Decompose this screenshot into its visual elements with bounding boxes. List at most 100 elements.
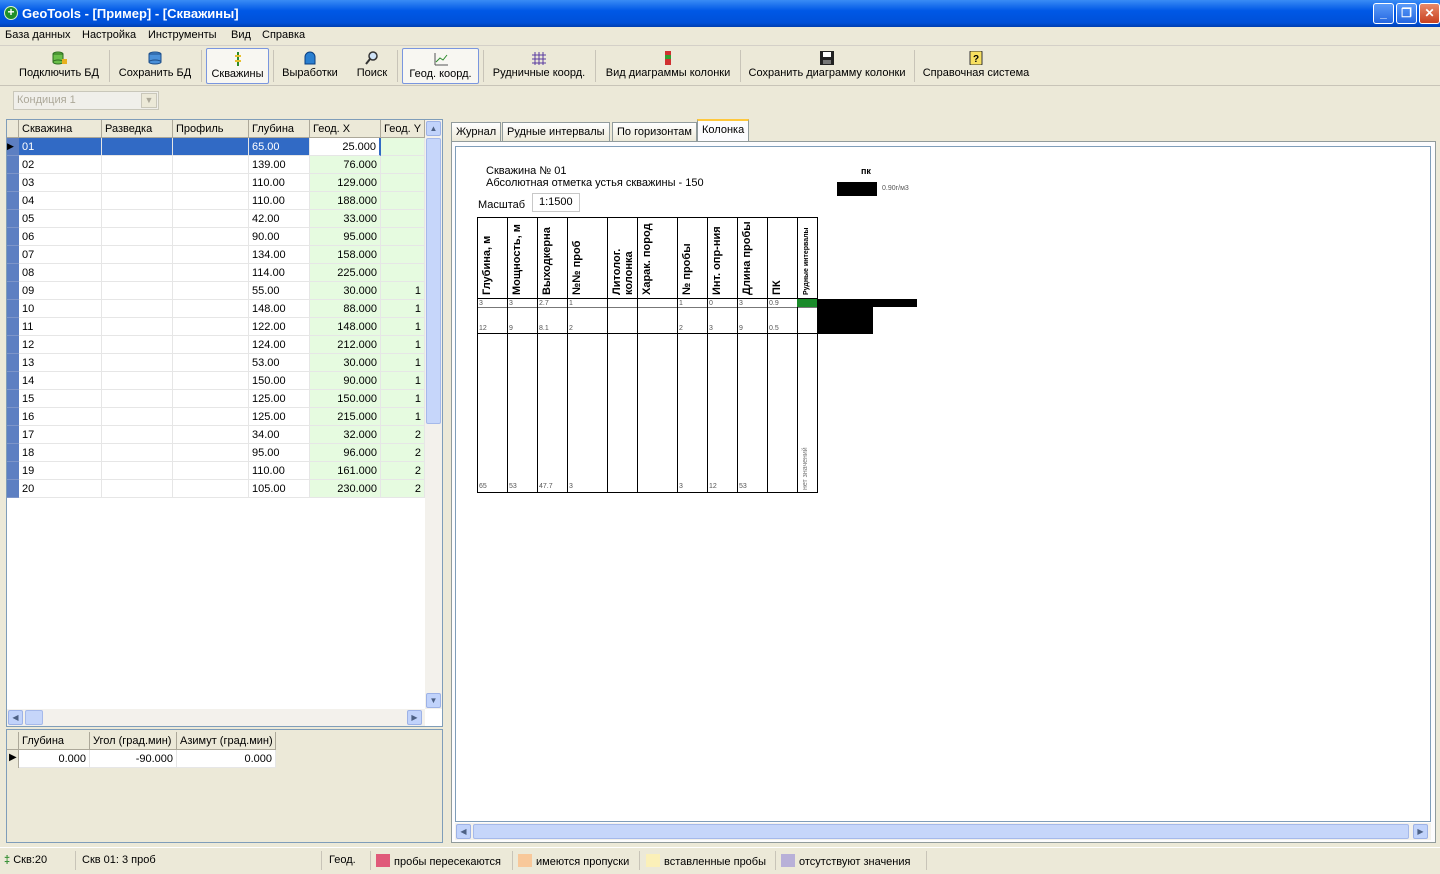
cell-profile[interactable] [173, 336, 249, 354]
cell-well[interactable]: 05 [19, 210, 102, 228]
col-header-well[interactable]: Скважина [19, 120, 102, 138]
geo-coords-button[interactable]: Геод. коорд. [402, 48, 479, 84]
cell-depth[interactable]: 55.00 [249, 282, 310, 300]
cell-well[interactable]: 15 [19, 390, 102, 408]
cell-geo-x[interactable]: 30.000 [310, 354, 381, 372]
cell-geo-x[interactable]: 33.000 [310, 210, 381, 228]
cell-geo-x[interactable]: 188.000 [310, 192, 381, 210]
cell-exploration[interactable] [102, 192, 173, 210]
cell-geo-x[interactable]: 32.000 [310, 426, 381, 444]
incl-header-azimuth[interactable]: Азимут (град.мин) [177, 732, 276, 750]
cell-well[interactable]: 04 [19, 192, 102, 210]
cell-exploration[interactable] [102, 228, 173, 246]
cell-profile[interactable] [173, 318, 249, 336]
restore-button[interactable]: ❐ [1396, 3, 1417, 24]
cell-geo-x[interactable]: 95.000 [310, 228, 381, 246]
cell-depth[interactable]: 125.00 [249, 408, 310, 426]
cell-exploration[interactable] [102, 480, 173, 498]
cell-exploration[interactable] [102, 138, 173, 156]
col-header-geo-y[interactable]: Геод. Y [381, 120, 425, 138]
wells-hscroll-thumb[interactable] [25, 710, 43, 725]
cell-geo-y[interactable]: 1 [381, 318, 425, 336]
cell-geo-y[interactable] [381, 174, 425, 192]
col-header-exploration[interactable]: Разведка [102, 120, 173, 138]
cell-well[interactable]: 01 [19, 138, 102, 156]
cell-geo-x[interactable]: 148.000 [310, 318, 381, 336]
cell-depth[interactable]: 90.00 [249, 228, 310, 246]
cell-exploration[interactable] [102, 246, 173, 264]
cell-geo-y[interactable] [381, 192, 425, 210]
cell-geo-x[interactable]: 158.000 [310, 246, 381, 264]
cell-geo-y[interactable]: 2 [381, 480, 425, 498]
cell-geo-x[interactable]: 76.000 [310, 156, 381, 174]
cell-exploration[interactable] [102, 462, 173, 480]
cell-well[interactable]: 18 [19, 444, 102, 462]
cell-geo-y[interactable]: 1 [381, 354, 425, 372]
row-indicator[interactable] [7, 318, 19, 336]
scroll-down-icon[interactable]: ▼ [426, 693, 441, 708]
cell-depth[interactable]: 122.00 [249, 318, 310, 336]
cell-exploration[interactable] [102, 426, 173, 444]
cell-geo-y[interactable]: 1 [381, 372, 425, 390]
column-horizontal-scrollbar[interactable]: ◀ ▶ [455, 823, 1431, 840]
cell-geo-y[interactable] [381, 138, 425, 156]
cell-profile[interactable] [173, 390, 249, 408]
incl-header-angle[interactable]: Угол (град.мин) [90, 732, 177, 750]
cell-depth[interactable]: 105.00 [249, 480, 310, 498]
tab-by-horizons[interactable]: По горизонтам [612, 122, 697, 141]
wells-button[interactable]: Скважины [206, 48, 269, 84]
cell-depth[interactable]: 34.00 [249, 426, 310, 444]
cell-profile[interactable] [173, 444, 249, 462]
row-indicator[interactable] [7, 462, 19, 480]
row-indicator[interactable] [7, 300, 19, 318]
cell-geo-x[interactable]: 230.000 [310, 480, 381, 498]
help-button[interactable]: ? Справочная система [920, 48, 1032, 84]
cell-profile[interactable] [173, 372, 249, 390]
cell-profile[interactable] [173, 246, 249, 264]
wells-scroll-thumb[interactable] [426, 138, 441, 424]
cell-well[interactable]: 14 [19, 372, 102, 390]
cell-geo-x[interactable]: 212.000 [310, 336, 381, 354]
ore-coords-button[interactable]: Рудничные коорд. [488, 48, 590, 84]
cell-geo-y[interactable]: 2 [381, 426, 425, 444]
cell-geo-x[interactable]: 30.000 [310, 282, 381, 300]
cell-exploration[interactable] [102, 264, 173, 282]
cell-geo-x[interactable]: 88.000 [310, 300, 381, 318]
cell-depth[interactable]: 65.00 [249, 138, 310, 156]
incl-cell-angle[interactable]: -90.000 [90, 750, 177, 768]
scale-input[interactable]: 1:1500 [532, 193, 580, 212]
cell-exploration[interactable] [102, 156, 173, 174]
cell-exploration[interactable] [102, 174, 173, 192]
cell-profile[interactable] [173, 174, 249, 192]
cell-well[interactable]: 12 [19, 336, 102, 354]
cell-profile[interactable] [173, 408, 249, 426]
cell-well[interactable]: 06 [19, 228, 102, 246]
menu-settings[interactable]: Настройка [82, 29, 136, 41]
cell-profile[interactable] [173, 480, 249, 498]
cell-profile[interactable] [173, 354, 249, 372]
cell-well[interactable]: 03 [19, 174, 102, 192]
cell-geo-y[interactable] [381, 264, 425, 282]
row-indicator[interactable] [7, 228, 19, 246]
cell-depth[interactable]: 114.00 [249, 264, 310, 282]
cell-well[interactable]: 17 [19, 426, 102, 444]
cell-profile[interactable] [173, 192, 249, 210]
scroll-up-icon[interactable]: ▲ [426, 121, 441, 136]
row-indicator[interactable] [7, 192, 19, 210]
save-column-button[interactable]: Сохранить диаграмму колонки [745, 48, 909, 84]
cell-profile[interactable] [173, 300, 249, 318]
row-indicator[interactable] [7, 444, 19, 462]
condition-select[interactable]: Кондиция 1 ▼ [13, 91, 159, 110]
menu-view[interactable]: Вид [231, 29, 251, 41]
cell-geo-x[interactable]: 96.000 [310, 444, 381, 462]
cell-depth[interactable]: 95.00 [249, 444, 310, 462]
menu-database[interactable]: База данных [5, 29, 71, 41]
column-hscroll-thumb[interactable] [473, 824, 1409, 839]
row-indicator[interactable] [7, 390, 19, 408]
cell-geo-y[interactable] [381, 246, 425, 264]
cell-geo-y[interactable] [381, 228, 425, 246]
row-indicator[interactable] [7, 246, 19, 264]
cell-profile[interactable] [173, 156, 249, 174]
cell-exploration[interactable] [102, 318, 173, 336]
cell-well[interactable]: 13 [19, 354, 102, 372]
